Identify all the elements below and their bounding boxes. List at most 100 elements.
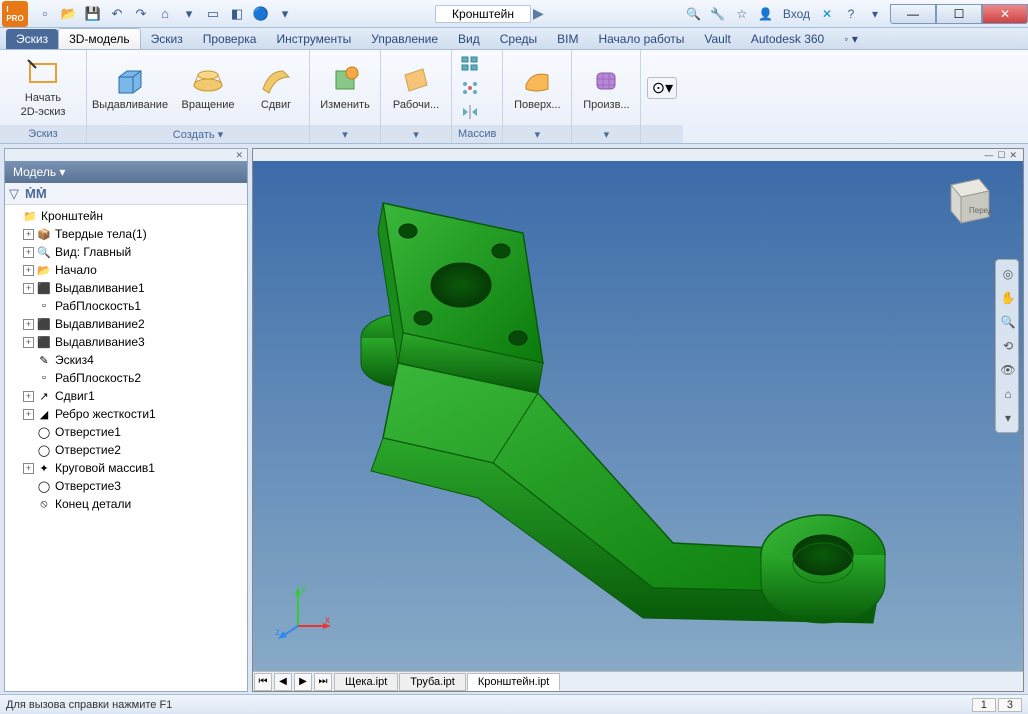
tab-check[interactable]: Проверка [193, 29, 267, 49]
star-icon[interactable]: ☆ [731, 3, 753, 25]
maximize-button[interactable]: ☐ [936, 4, 982, 24]
vp-max-icon[interactable]: ☐ [997, 150, 1005, 161]
nav-wheel-icon[interactable]: ◎ [998, 264, 1018, 284]
surface-button[interactable]: Поверх... [509, 53, 565, 123]
select-icon[interactable]: ▭ [202, 3, 224, 25]
user-icon[interactable]: 👤 [755, 3, 777, 25]
tree-item[interactable]: ▫РабПлоскость1 [7, 297, 245, 315]
help-dropdown-icon[interactable]: ▾ [864, 3, 886, 25]
nav-zoom-icon[interactable]: 🔍 [998, 312, 1018, 332]
expand-icon[interactable]: + [23, 337, 34, 348]
tree-item[interactable]: +↗Сдвиг1 [7, 387, 245, 405]
tab-sketch[interactable]: Эскиз [6, 29, 58, 49]
save-icon[interactable]: 💾 [82, 3, 104, 25]
exchange-icon[interactable]: ✕ [816, 3, 838, 25]
sweep-button[interactable]: Сдвиг [249, 53, 303, 123]
tree-item[interactable]: +✦Круговой массив1 [7, 459, 245, 477]
tree-item[interactable]: ◯Отверстие3 [7, 477, 245, 495]
tab-tools[interactable]: Инструменты [266, 29, 361, 49]
extrude-button[interactable]: Выдавливание [93, 53, 167, 123]
nav-home-icon[interactable]: ⌂ [998, 384, 1018, 404]
tab-view[interactable]: Вид [448, 29, 490, 49]
tab-nav-last-icon[interactable]: ⏭ [314, 673, 332, 691]
browser-title[interactable]: Модель ▾ [5, 161, 247, 183]
home-icon[interactable]: ⌂ [154, 3, 176, 25]
nav-lookat-icon[interactable]: 👁 [998, 360, 1018, 380]
expand-icon[interactable]: + [23, 283, 34, 294]
expand-icon[interactable]: + [23, 247, 34, 258]
search-icon[interactable]: 🔍 [683, 3, 705, 25]
nav-more-icon[interactable]: ▾ [998, 408, 1018, 428]
start-2d-sketch-button[interactable]: Начать 2D-эскиз [6, 53, 80, 123]
feature-tree[interactable]: 📁Кронштейн+📦Твердые тела(1)+🔍Вид: Главны… [5, 205, 247, 691]
tab-3d-model[interactable]: 3D-модель [58, 28, 141, 49]
overflow-button[interactable]: ⊙▾ [647, 77, 677, 99]
tab-vault[interactable]: Vault [694, 29, 740, 49]
tree-item[interactable]: +📂Начало [7, 261, 245, 279]
freeform-button[interactable]: Произв... [578, 53, 634, 123]
nav-orbit-icon[interactable]: ⟲ [998, 336, 1018, 356]
filter-icon[interactable]: ▽ [9, 186, 19, 202]
tab-manage[interactable]: Управление [361, 29, 448, 49]
tree-item[interactable]: ▫РабПлоскость2 [7, 369, 245, 387]
nav-pan-icon[interactable]: ✋ [998, 288, 1018, 308]
group-title-create[interactable]: Создать ▾ [87, 125, 309, 143]
tab-nav-prev-icon[interactable]: ◀ [274, 673, 292, 691]
tab-nav-first-icon[interactable]: ⏮ [254, 673, 272, 691]
doc-tab-2[interactable]: Труба.ipt [399, 673, 466, 691]
redo-icon[interactable]: ↷ [130, 3, 152, 25]
new-icon[interactable]: ▫ [34, 3, 56, 25]
tab-nav-next-icon[interactable]: ▶ [294, 673, 312, 691]
search-arrow-icon[interactable]: ▶ [533, 5, 544, 22]
circ-pattern-icon[interactable] [458, 77, 482, 99]
tree-item[interactable]: +📦Твердые тела(1) [7, 225, 245, 243]
expand-icon[interactable]: + [23, 391, 34, 402]
rect-pattern-icon[interactable] [458, 53, 482, 75]
tab-getting-started[interactable]: Начало работы [588, 29, 694, 49]
vp-min-icon[interactable]: — [984, 150, 993, 160]
tab-autodesk360[interactable]: Autodesk 360 [741, 29, 834, 49]
open-icon[interactable]: 📂 [58, 3, 80, 25]
tree-item[interactable]: +⬛Выдавливание3 [7, 333, 245, 351]
undo-icon[interactable]: ↶ [106, 3, 128, 25]
tab-environments[interactable]: Среды [490, 29, 547, 49]
tree-item[interactable]: +🔍Вид: Главный [7, 243, 245, 261]
browser-close-icon[interactable]: ✕ [5, 149, 247, 161]
mirror-icon[interactable] [458, 101, 482, 123]
revolve-button[interactable]: Вращение [171, 53, 245, 123]
work-features-button[interactable]: Рабочи... [387, 53, 445, 123]
help-icon[interactable]: ? [840, 3, 862, 25]
viewcube[interactable]: Перед [939, 173, 993, 227]
tree-item[interactable]: ◯Отверстие1 [7, 423, 245, 441]
tree-item[interactable]: +⬛Выдавливание1 [7, 279, 245, 297]
tree-item[interactable]: ◯Отверстие2 [7, 441, 245, 459]
key-icon[interactable]: 🔧 [707, 3, 729, 25]
dropdown-icon[interactable]: ▾ [178, 3, 200, 25]
tree-item[interactable]: 📁Кронштейн [7, 207, 245, 225]
appearance-icon[interactable]: 🔵 [250, 3, 272, 25]
modify-button[interactable]: Изменить [316, 53, 374, 123]
expand-icon[interactable]: + [23, 463, 34, 474]
minimize-button[interactable]: — [890, 4, 936, 24]
tab-bim[interactable]: BIM [547, 29, 588, 49]
find-icon[interactable]: ṀṀ [25, 186, 47, 201]
login-link[interactable]: Вход [783, 7, 810, 21]
doc-tab-1[interactable]: Щека.ipt [334, 673, 398, 691]
tree-item[interactable]: ⦸Конец детали [7, 495, 245, 513]
tab-bullet[interactable]: ◦ ▾ [834, 29, 868, 49]
vp-close-icon[interactable]: ✕ [1009, 150, 1017, 161]
expand-icon[interactable]: + [23, 319, 34, 330]
app-icon[interactable]: IPRO [2, 1, 28, 27]
tree-item[interactable]: ✎Эскиз4 [7, 351, 245, 369]
tree-item[interactable]: +⬛Выдавливание2 [7, 315, 245, 333]
tab-sketch2[interactable]: Эскиз [141, 29, 193, 49]
expand-icon[interactable]: + [23, 409, 34, 420]
doc-tab-3[interactable]: Кронштейн.ipt [467, 673, 560, 691]
expand-icon[interactable]: + [23, 265, 34, 276]
viewport-3d[interactable]: — ☐ ✕ [252, 148, 1024, 692]
tree-item[interactable]: +◢Ребро жесткости1 [7, 405, 245, 423]
expand-icon[interactable]: + [23, 229, 34, 240]
close-button[interactable]: ✕ [982, 4, 1028, 24]
more-icon[interactable]: ▾ [274, 3, 296, 25]
material-icon[interactable]: ◧ [226, 3, 248, 25]
